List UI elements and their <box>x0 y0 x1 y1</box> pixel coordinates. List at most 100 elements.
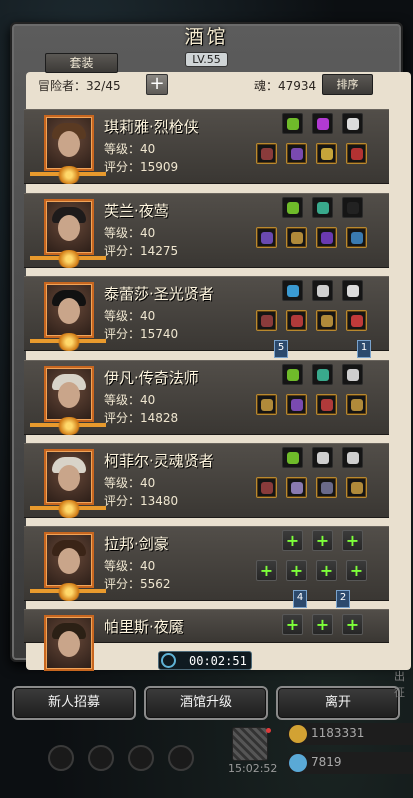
equipment-slot-icon[interactable] <box>316 310 337 331</box>
hero-level: 等级：40 <box>104 142 156 156</box>
hud-slot-icon[interactable] <box>128 745 154 771</box>
hud-slot-icon[interactable] <box>168 745 194 771</box>
empty-slot-add-button[interactable]: + <box>256 560 277 581</box>
skill-slot-icon[interactable] <box>312 280 333 301</box>
skill-slot-icon[interactable] <box>282 113 303 134</box>
empty-slot-add-button[interactable]: + <box>312 614 333 635</box>
skill-slot-icon[interactable] <box>312 447 333 468</box>
recruit-button[interactable]: 新人招募 <box>12 686 136 720</box>
gem-icon <box>289 754 307 772</box>
equipment-slot-icon[interactable] <box>286 310 307 331</box>
plus-icon: + <box>319 561 334 580</box>
hero-level: 等级：40 <box>104 393 156 407</box>
hud-slot-icon[interactable] <box>88 745 114 771</box>
equipment-slot-icon[interactable] <box>346 143 367 164</box>
leave-button[interactable]: 离开 <box>276 686 400 720</box>
equipment-slot-icon[interactable] <box>286 477 307 498</box>
equipment-slot-icon[interactable] <box>286 143 307 164</box>
equipment-icon <box>321 232 333 244</box>
exit-hint: 出征 <box>394 670 405 699</box>
equipment-slot-icon[interactable] <box>256 394 277 415</box>
skill-slot-icon[interactable] <box>342 280 363 301</box>
equipment-slot-icon[interactable] <box>286 394 307 415</box>
hero-name: 拉邦·剑豪 <box>104 535 169 553</box>
equipment-slot-icon[interactable] <box>256 143 277 164</box>
gem-amount: 7819 <box>311 755 342 769</box>
set-button[interactable]: 套装 <box>45 53 118 73</box>
equipment-slot-icon[interactable] <box>346 310 367 331</box>
skill-slot-icon[interactable] <box>342 447 363 468</box>
equipment-slot-icon[interactable] <box>346 394 367 415</box>
equipment-slot-icon[interactable] <box>346 227 367 248</box>
hud-slot-icon[interactable] <box>48 745 74 771</box>
hero-card[interactable]: 泰蕾莎·圣光贤者 等级：40 评分：15740 <box>24 276 389 351</box>
plus-icon: + <box>345 615 360 634</box>
hero-face <box>58 548 80 574</box>
skill-slot-icon[interactable] <box>312 197 333 218</box>
hero-portrait[interactable] <box>44 615 94 671</box>
hero-portrait[interactable] <box>44 449 94 505</box>
empty-slot-add-button[interactable]: + <box>282 614 303 635</box>
skill-slot-icon[interactable] <box>342 364 363 385</box>
skill-slot-icon[interactable] <box>282 280 303 301</box>
hero-name: 柯菲尔·灵魂贤者 <box>104 452 214 470</box>
equipment-icon <box>261 315 273 327</box>
skill-slot-icon[interactable] <box>312 113 333 134</box>
equipment-slot-icon[interactable] <box>316 394 337 415</box>
hero-card[interactable]: 伊凡·传奇法师 等级：40 评分：14828 <box>24 360 389 435</box>
slot-count-tag: 5 <box>274 340 288 358</box>
hero-level: 等级：40 <box>104 476 156 490</box>
equipment-slot-icon[interactable] <box>316 227 337 248</box>
chest-icon[interactable] <box>232 727 268 761</box>
equipment-slot-icon[interactable] <box>316 143 337 164</box>
equipment-slot-icon[interactable] <box>286 227 307 248</box>
hero-name: 伊凡·传奇法师 <box>104 369 199 387</box>
gem-icon <box>347 369 359 381</box>
equipment-icon <box>291 148 303 160</box>
empty-slot-add-button[interactable]: + <box>342 614 363 635</box>
add-adventurer-button[interactable]: + <box>146 74 168 95</box>
equipment-slot-icon[interactable] <box>316 477 337 498</box>
hero-portrait[interactable] <box>44 199 94 255</box>
sort-button[interactable]: 排序 <box>322 74 373 95</box>
rank-crest-icon <box>56 166 82 184</box>
skill-slot-icon[interactable] <box>342 113 363 134</box>
empty-slot-add-button[interactable]: + <box>282 530 303 551</box>
hero-portrait[interactable] <box>44 282 94 338</box>
skill-slot-icon[interactable] <box>282 447 303 468</box>
hero-face <box>58 215 80 241</box>
hero-portrait[interactable] <box>44 115 94 171</box>
hero-score: 评分：13480 <box>104 494 179 508</box>
skill-slot-icon[interactable] <box>342 197 363 218</box>
hero-portrait[interactable] <box>44 532 94 588</box>
hero-card[interactable]: 琪莉雅·烈枪侠 等级：40 评分：15909 <box>24 109 389 184</box>
empty-slot-add-button[interactable]: + <box>342 530 363 551</box>
skill-slot-icon[interactable] <box>282 364 303 385</box>
empty-slot-add-button[interactable]: + <box>346 560 367 581</box>
hero-name: 泰蕾莎·圣光贤者 <box>104 285 214 303</box>
equipment-slot-icon[interactable] <box>346 477 367 498</box>
equipment-slot-icon[interactable] <box>256 227 277 248</box>
empty-slot-add-button[interactable]: + <box>316 560 337 581</box>
hero-card[interactable]: 帕里斯·夜魇 + + + <box>24 609 389 671</box>
hero-card[interactable]: 芙兰·夜莺 等级：40 评分：14275 <box>24 193 389 268</box>
empty-slot-add-button[interactable]: + <box>312 530 333 551</box>
gem-icon <box>317 118 329 130</box>
equipment-icon <box>261 232 273 244</box>
gem-icon <box>317 452 329 464</box>
gem-icon <box>287 369 299 381</box>
skill-slot-icon[interactable] <box>282 197 303 218</box>
hero-portrait[interactable] <box>44 366 94 422</box>
empty-slot-add-button[interactable]: + <box>286 560 307 581</box>
hero-card[interactable]: 拉邦·剑豪 等级：40 评分：5562 + + + + + + + <box>24 526 389 601</box>
gold-counter: 1183331 <box>287 723 413 745</box>
hero-card[interactable]: 柯菲尔·灵魂贤者等级：40 评分：13480 <box>24 443 389 518</box>
plus-icon: + <box>315 615 330 634</box>
hud-time: 15:02:52 <box>228 762 278 775</box>
equipment-slot-icon[interactable] <box>256 310 277 331</box>
equipment-slot-icon[interactable] <box>256 477 277 498</box>
tavern-upgrade-button[interactable]: 酒馆升级 <box>144 686 268 720</box>
hero-face <box>58 382 80 408</box>
gem-icon <box>287 118 299 130</box>
skill-slot-icon[interactable] <box>312 364 333 385</box>
